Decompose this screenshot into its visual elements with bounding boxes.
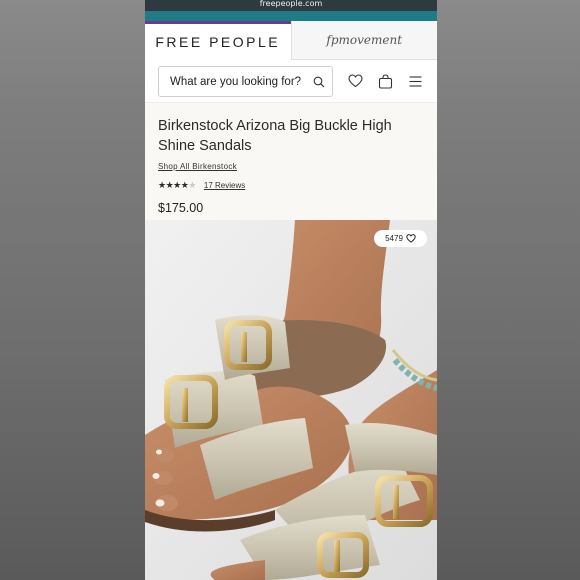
browser-url-bar[interactable]: freepeople.com www.site-secure.com [145,0,437,11]
tab-label: fpmovement [326,33,403,47]
product-info: Birkenstock Arizona Big Buckle High Shin… [145,103,437,220]
search-input[interactable]: What are you looking for? [158,66,333,97]
star-rating[interactable]: ★★★★★ [158,180,196,191]
menu-icon[interactable] [406,72,424,90]
tab-fp-movement[interactable]: fpmovement [290,21,437,60]
blurred-backdrop-left [0,0,145,580]
shop-all-link[interactable]: Shop All Birkenstock [158,162,424,171]
likes-count: 5479 [385,234,403,243]
rating-row: ★★★★★ 17 Reviews [158,179,424,191]
bag-icon[interactable] [376,72,394,90]
brand-tabs: FREE PEOPLE fpmovement [145,21,437,60]
promo-banner [145,11,437,21]
heart-icon [406,234,416,243]
likes-badge[interactable]: 5479 [374,230,427,247]
star-icon: ★ [158,179,166,190]
blurred-backdrop-right [437,0,580,580]
search-icon[interactable] [306,76,332,88]
product-title: Birkenstock Arizona Big Buckle High Shin… [158,118,392,154]
reviews-link[interactable]: 17 Reviews [204,181,245,190]
star-icon: ★ [173,179,181,190]
search-placeholder: What are you looking for? [170,75,302,88]
star-empty-icon: ★ [188,179,196,190]
heart-icon[interactable] [346,72,364,90]
product-price: $175.00 [158,201,204,215]
tab-free-people[interactable]: FREE PEOPLE [145,21,291,60]
url-text[interactable]: freepeople.com [260,0,323,8]
sandal-photo [145,220,437,580]
mobile-screen: freepeople.com www.site-secure.com FREE … [145,0,437,580]
tab-label: FREE PEOPLE [155,34,281,50]
product-image[interactable]: 5479 [145,220,437,580]
search-header: What are you looking for? [145,60,437,102]
